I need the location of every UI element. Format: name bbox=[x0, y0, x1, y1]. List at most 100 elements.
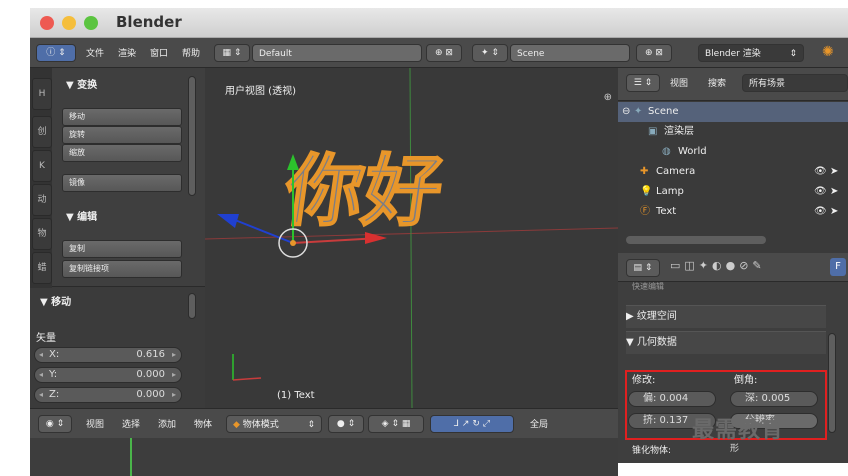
menu-window[interactable]: 窗口 bbox=[150, 46, 168, 59]
duplicate-button[interactable]: 复制 bbox=[62, 240, 182, 258]
select-cursor-icon[interactable]: ➤ bbox=[830, 162, 838, 182]
manipulator-buttons[interactable]: ⅃ ↗ ↻ ⤢ bbox=[430, 415, 514, 433]
menu-select[interactable]: 选择 bbox=[122, 417, 140, 430]
plus-x-icon: ⊕ ⊠ bbox=[645, 48, 663, 58]
menu-render[interactable]: 渲染 bbox=[118, 46, 136, 59]
menu-add[interactable]: 添加 bbox=[158, 417, 176, 430]
maximize-window-icon[interactable] bbox=[84, 16, 98, 30]
visibility-eye-icon[interactable]: 👁 bbox=[814, 202, 827, 222]
gizmo-z-arrow bbox=[217, 214, 239, 228]
outliner-view-menu[interactable]: 视图 bbox=[670, 76, 688, 89]
object-origin bbox=[290, 240, 296, 246]
info-header: ⓘ ⇕ 文件 渲染 窗口 帮助 ▦ ⇕ Default ⊕ ⊠ ✦ ⇕ Scen… bbox=[30, 38, 848, 68]
screen-layout-button[interactable]: ▦ ⇕ bbox=[214, 44, 250, 62]
pivot-icon: ◈ ⇕ ▦ bbox=[381, 419, 411, 429]
geometry-panel[interactable]: ▼ 几何数据 bbox=[626, 331, 826, 354]
layout-add-remove[interactable]: ⊕ ⊠ bbox=[426, 44, 462, 62]
shading-selector[interactable]: ● ⇕ bbox=[328, 415, 364, 433]
object-mode-icon: ◆ bbox=[233, 420, 240, 430]
tab-grease[interactable]: 蜡 bbox=[32, 252, 52, 284]
collapse-icon[interactable]: ⊖ bbox=[622, 102, 630, 122]
current-frame-marker[interactable] bbox=[130, 438, 132, 476]
select-cursor-icon[interactable]: ➤ bbox=[830, 202, 838, 222]
vector-x-field[interactable]: ◂ X: 0.616 ▸ bbox=[34, 347, 182, 363]
y-axis-line bbox=[409, 68, 413, 408]
scene-field[interactable]: Scene bbox=[510, 44, 630, 62]
arrow-left-icon[interactable]: ◂ bbox=[39, 388, 43, 402]
scene-selector-button[interactable]: ✦ ⇕ bbox=[472, 44, 508, 62]
layout-field[interactable]: Default bbox=[252, 44, 422, 62]
vector-z-field[interactable]: ◂ Z: 0.000 ▸ bbox=[34, 387, 182, 403]
rotate-button[interactable]: 旋转 bbox=[62, 126, 182, 144]
move-button[interactable]: 移动 bbox=[62, 108, 182, 126]
close-window-icon[interactable] bbox=[40, 16, 54, 30]
edit-panel-header[interactable]: ▼ 编辑 bbox=[66, 208, 97, 223]
region-toggle-icon[interactable]: ⊕ bbox=[604, 92, 612, 103]
properties-editor-type[interactable]: ▤ ⇕ bbox=[626, 259, 660, 277]
tab-physics[interactable]: 物 bbox=[32, 218, 52, 250]
viewport-editor-type[interactable]: ◉ ⇕ bbox=[38, 415, 72, 433]
window-titlebar: Blender bbox=[30, 8, 848, 38]
dropdown-arrows-icon: ⇕ bbox=[307, 420, 315, 430]
viewport-scene: 你好 bbox=[205, 68, 618, 408]
outliner-header: ☰ ⇕ 视图 搜索 所有场景 bbox=[618, 68, 848, 101]
arrow-left-icon[interactable]: ◂ bbox=[39, 368, 43, 382]
3d-viewport[interactable]: 你好 用户视图 (透视) (1) Text ⊕ bbox=[205, 68, 618, 408]
properties-scrollbar[interactable] bbox=[828, 333, 836, 433]
tree-item-text[interactable]: Ⓕ Text 👁 ➤ bbox=[618, 202, 848, 222]
scale-button[interactable]: 缩放 bbox=[62, 144, 182, 162]
context-tab-icons[interactable]: ▭◫✦◐●⊘✎ bbox=[670, 259, 766, 272]
arrow-right-icon[interactable]: ▸ bbox=[172, 368, 176, 382]
menu-object[interactable]: 物体 bbox=[194, 417, 212, 430]
tab-relations[interactable]: K bbox=[32, 150, 52, 182]
tree-item-render-layers[interactable]: ▣ 渲染层 bbox=[618, 122, 848, 142]
visibility-eye-icon[interactable]: 👁 bbox=[814, 182, 827, 202]
outliner-scrollbar[interactable] bbox=[626, 236, 766, 244]
render-engine-field[interactable]: Blender 渲染 ⇕ bbox=[698, 44, 804, 62]
tab-animation[interactable]: 动 bbox=[32, 184, 52, 216]
tree-item-scene[interactable]: ⊖ ✦ Scene bbox=[618, 102, 848, 122]
arrow-left-icon[interactable]: ◂ bbox=[39, 348, 43, 362]
operator-scrollbar[interactable] bbox=[188, 293, 196, 319]
tab-tools[interactable]: H bbox=[32, 78, 52, 110]
tool-tabs: H 创 K 动 物 蜡 bbox=[30, 68, 52, 288]
move-operator-header[interactable]: ▼ 移动 bbox=[40, 293, 71, 308]
viewport-view-label: 用户视图 (透视) bbox=[225, 86, 296, 97]
scene-add-remove[interactable]: ⊕ ⊠ bbox=[636, 44, 672, 62]
editor-type-button[interactable]: ⓘ ⇕ bbox=[36, 44, 76, 62]
render-engine-label: Blender 渲染 bbox=[705, 49, 761, 59]
text-3d-object: 你好 bbox=[278, 146, 448, 237]
duplicate-linked-button[interactable]: 复制链接项 bbox=[62, 260, 182, 278]
pivot-selector[interactable]: ◈ ⇕ ▦ bbox=[368, 415, 424, 433]
blender-logo-icon: ✺ bbox=[822, 44, 834, 60]
outliner: ☰ ⇕ 视图 搜索 所有场景 ⊖ ✦ Scene ▣ 渲染层 ◍ World ✚… bbox=[618, 68, 848, 253]
tree-item-world[interactable]: ◍ World bbox=[618, 142, 848, 162]
visibility-eye-icon[interactable]: 👁 bbox=[814, 162, 827, 182]
transform-orientation[interactable]: 全局 bbox=[530, 417, 548, 430]
outliner-editor-type[interactable]: ☰ ⇕ bbox=[626, 74, 660, 92]
info-icon: ⓘ ⇕ bbox=[46, 48, 66, 58]
menu-view[interactable]: 视图 bbox=[86, 417, 104, 430]
arrow-right-icon[interactable]: ▸ bbox=[172, 388, 176, 402]
tool-shelf-scrollbar[interactable] bbox=[188, 76, 196, 196]
tab-create[interactable]: 创 bbox=[32, 116, 52, 148]
arrow-right-icon[interactable]: ▸ bbox=[172, 348, 176, 362]
mirror-button[interactable]: 镜像 bbox=[62, 174, 182, 192]
menu-help[interactable]: 帮助 bbox=[182, 46, 200, 59]
tree-item-camera[interactable]: ✚ Camera 👁 ➤ bbox=[618, 162, 848, 182]
minimize-window-icon[interactable] bbox=[62, 16, 76, 30]
mode-selector[interactable]: ◆ 物体模式 ⇕ bbox=[226, 415, 322, 433]
transform-panel-header[interactable]: ▼ 变换 bbox=[66, 76, 97, 91]
texture-space-panel[interactable]: ▶ 纹理空间 bbox=[626, 305, 826, 328]
tree-item-lamp[interactable]: 💡 Lamp 👁 ➤ bbox=[618, 182, 848, 202]
select-cursor-icon[interactable]: ➤ bbox=[830, 182, 838, 202]
menu-file[interactable]: 文件 bbox=[86, 46, 104, 59]
timeline-area[interactable] bbox=[30, 438, 618, 476]
outliner-filter-field[interactable]: 所有场景 bbox=[742, 74, 848, 92]
app-title: Blender bbox=[116, 13, 182, 31]
vector-y-field[interactable]: ◂ Y: 0.000 ▸ bbox=[34, 367, 182, 383]
taper-object-label: 锥化物体: bbox=[632, 446, 672, 456]
outliner-search-menu[interactable]: 搜索 bbox=[708, 76, 726, 89]
scene-icon: ✦ bbox=[634, 106, 643, 117]
font-data-tab-icon[interactable]: F bbox=[830, 258, 846, 276]
